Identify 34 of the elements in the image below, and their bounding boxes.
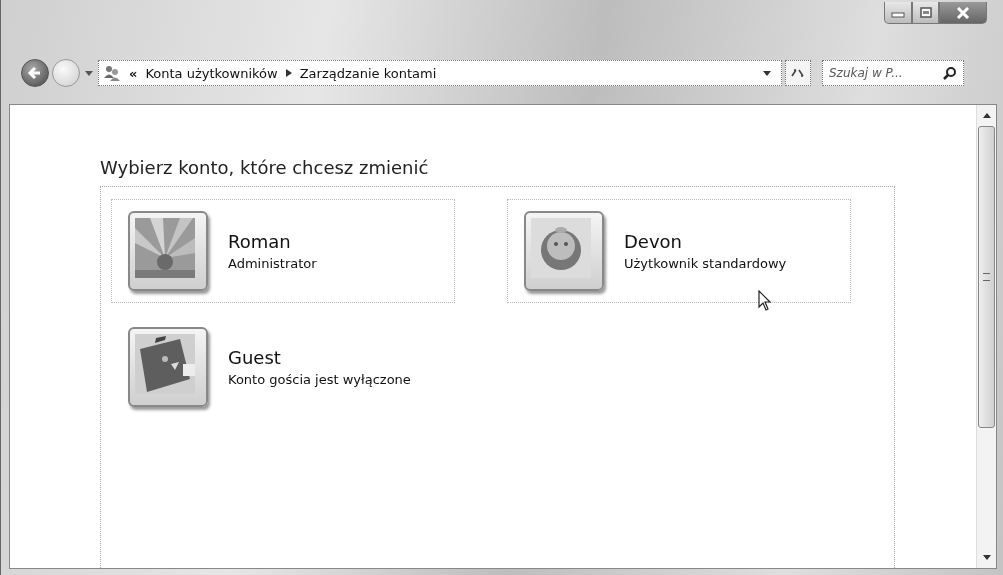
scroll-thumb[interactable] [978,126,995,428]
account-tile[interactable]: Devon Użytkownik standardowy [507,199,851,303]
close-button[interactable] [939,2,987,24]
scroll-up-icon[interactable] [982,113,991,118]
account-tile[interactable]: Roman Administrator [111,199,455,303]
minimize-button[interactable] [884,2,912,24]
breadcrumb-arrow-icon[interactable] [285,69,292,77]
mouse-cursor-icon [758,290,772,312]
account-type: Administrator [228,256,317,271]
close-icon [956,6,970,19]
refresh-button[interactable] [785,60,811,86]
account-name: Guest [228,347,282,368]
page-heading: Wybierz konto, które chcesz zmienić [100,157,430,178]
account-tile[interactable]: Guest Konto gościa jest wyłączone [111,315,455,419]
breadcrumb[interactable]: Konta użytkowników [145,65,278,81]
search-field[interactable]: Szukaj w P... [822,60,964,86]
account-name: Roman [228,231,292,252]
maximize-icon [918,6,933,19]
address-bar[interactable]: « Konta użytkowników Zarządzanie kontami [98,60,782,86]
scrollbar[interactable] [976,105,996,568]
breadcrumb[interactable]: Zarządzanie kontami [299,65,437,81]
scroll-down-icon[interactable] [982,555,991,560]
account-type: Użytkownik standardowy [624,256,787,271]
overflow-chevron[interactable]: « [129,65,138,81]
users-icon [103,64,121,82]
search-icon [943,66,957,80]
dropdown-icon[interactable] [763,70,771,76]
maximize-button[interactable] [912,2,939,24]
back-arrow-icon [27,65,43,81]
account-name: Devon [624,231,683,252]
account-type: Konto gościa jest wyłączone [228,372,411,387]
history-dropdown-icon[interactable] [85,70,93,76]
back-button[interactable] [21,59,49,87]
refresh-icon [790,67,806,79]
